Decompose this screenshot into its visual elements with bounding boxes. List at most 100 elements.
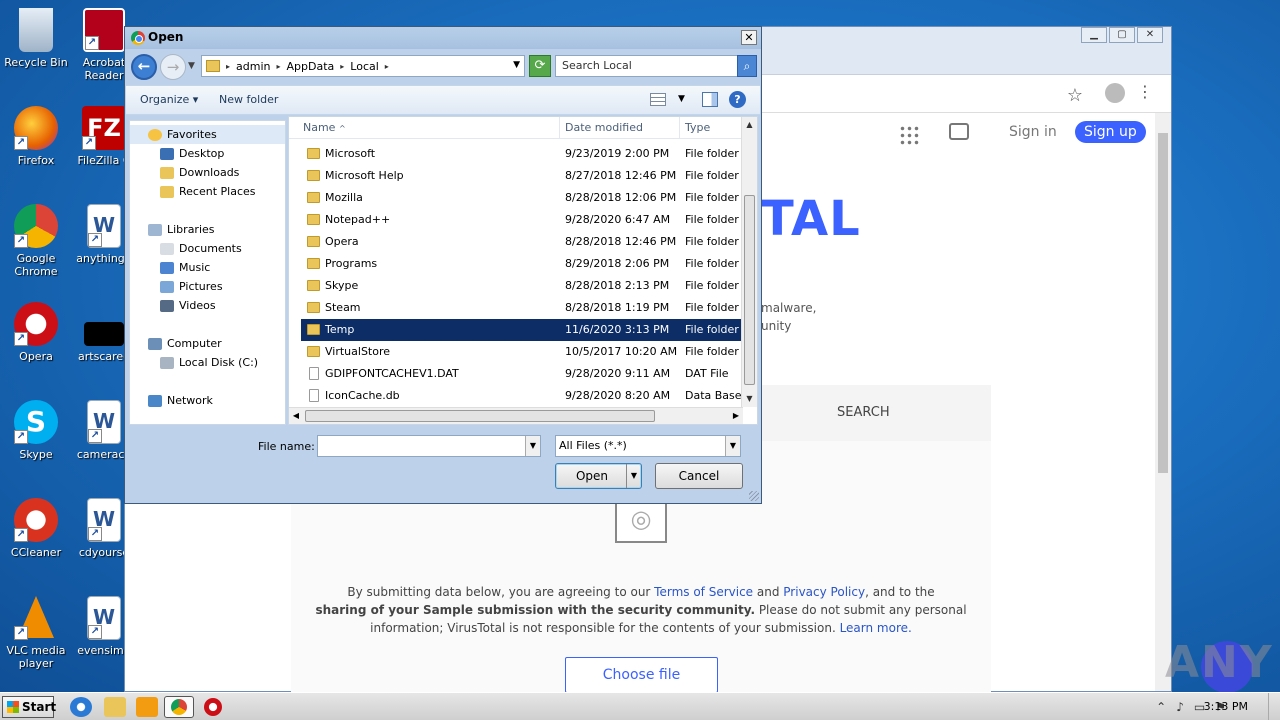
breadcrumb-appdata[interactable]: AppData: [287, 60, 335, 73]
column-date-modified[interactable]: Date modified: [560, 117, 680, 139]
tray-expand-icon[interactable]: ⌃: [1156, 700, 1166, 714]
file-type-select[interactable]: All Files (*.*) ▼: [555, 435, 741, 457]
nav-item-downloads[interactable]: Downloads: [130, 163, 285, 182]
scroll-thumb[interactable]: [305, 410, 655, 422]
desktop-icon-skype[interactable]: S ↗ Skype: [0, 400, 72, 461]
file-explorer-icon[interactable]: [104, 697, 126, 717]
breadcrumb-chevron-icon[interactable]: ▸: [340, 60, 344, 73]
scroll-up-icon[interactable]: ▲: [742, 117, 757, 133]
media-player-icon[interactable]: [136, 697, 158, 717]
desktop-icon-ccleaner[interactable]: ↗ CCleaner: [0, 498, 72, 559]
scroll-left-icon[interactable]: ◀: [289, 408, 303, 424]
breadcrumb-local[interactable]: Local: [350, 60, 379, 73]
browser-scrollbar[interactable]: [1155, 113, 1171, 691]
change-view-icon[interactable]: [650, 93, 666, 106]
open-button[interactable]: Open ▼: [555, 463, 642, 489]
horizontal-scrollbar[interactable]: ◀ ▶: [289, 407, 743, 424]
organize-menu[interactable]: Organize ▾: [140, 93, 198, 106]
nav-item-network[interactable]: Network: [130, 391, 285, 410]
sign-in-link[interactable]: Sign in: [1009, 124, 1057, 140]
search-input[interactable]: Search Local: [555, 55, 739, 77]
dialog-titlebar[interactable]: Open ✕: [125, 27, 761, 49]
bookmark-star-icon[interactable]: ☆: [1067, 85, 1083, 106]
chat-icon[interactable]: [949, 123, 969, 140]
nav-item-favorites[interactable]: Favorites: [130, 125, 285, 144]
nav-item-pictures[interactable]: Pictures: [130, 277, 285, 296]
search-icon[interactable]: ⌕: [737, 55, 757, 77]
nav-item-documents[interactable]: Documents: [130, 239, 285, 258]
account-icon[interactable]: [1105, 83, 1125, 103]
breadcrumb-chevron-icon[interactable]: ▸: [226, 60, 230, 73]
show-desktop-button[interactable]: [1268, 693, 1280, 720]
nav-item-desktop[interactable]: Desktop: [130, 144, 285, 163]
nav-item-recent-places[interactable]: Recent Places: [130, 182, 285, 201]
minimize-button[interactable]: ▁: [1081, 27, 1107, 43]
choose-file-button[interactable]: Choose file: [565, 657, 718, 693]
refresh-button[interactable]: ⟳: [529, 55, 551, 77]
scroll-right-icon[interactable]: ▶: [729, 408, 743, 424]
desktop-icon-vlc[interactable]: ↗ VLC media player: [0, 596, 72, 670]
open-split-dropdown-icon[interactable]: ▼: [626, 464, 641, 488]
file-row[interactable]: Microsoft Help 8/27/2018 12:46 PM File fol…: [301, 165, 743, 187]
chrome-taskbar-button[interactable]: [164, 696, 194, 718]
file-name-input[interactable]: ▼: [317, 435, 541, 457]
desktop-icon-recycle-bin[interactable]: Recycle Bin: [0, 8, 72, 69]
resize-grip-icon[interactable]: [749, 491, 759, 501]
vertical-scrollbar[interactable]: ▲ ▼: [741, 117, 757, 407]
sign-up-button[interactable]: Sign up: [1075, 121, 1146, 143]
help-icon[interactable]: ?: [729, 91, 746, 108]
cancel-button[interactable]: Cancel: [655, 463, 743, 489]
file-row[interactable]: Microsoft 9/23/2019 2:00 PM File folder: [301, 143, 743, 165]
forward-button[interactable]: →: [160, 54, 186, 80]
column-type[interactable]: Type: [680, 117, 743, 139]
tab-search[interactable]: SEARCH: [837, 405, 890, 420]
preview-pane-icon[interactable]: [702, 92, 718, 107]
apps-grid-icon[interactable]: [899, 125, 919, 145]
desktop-icon-chrome[interactable]: ↗ Google Chrome: [0, 204, 72, 278]
volume-icon[interactable]: ♪: [1176, 700, 1184, 714]
scroll-thumb[interactable]: [1158, 133, 1168, 473]
privacy-policy-link[interactable]: Privacy Policy: [783, 585, 865, 599]
nav-item-libraries[interactable]: Libraries: [130, 220, 285, 239]
file-row[interactable]: GDIPFONTCACHEV1.DAT 9/28/2020 9:11 AM DAT …: [301, 363, 743, 385]
file-type-dropdown-icon[interactable]: ▼: [725, 436, 740, 456]
opera-icon[interactable]: [204, 698, 222, 716]
file-row[interactable]: Skype 8/28/2018 2:13 PM File folder: [301, 275, 743, 297]
file-row[interactable]: VirtualStore 10/5/2017 10:20 AM File folde…: [301, 341, 743, 363]
nav-item-music[interactable]: Music: [130, 258, 285, 277]
learn-more-link[interactable]: Learn more.: [840, 621, 912, 635]
breadcrumb-chevron-icon[interactable]: ▸: [276, 60, 280, 73]
scroll-down-icon[interactable]: ▼: [742, 391, 757, 407]
file-row[interactable]: IconCache.db 9/28/2020 8:20 AM Data Base F…: [301, 385, 743, 407]
back-button[interactable]: ←: [131, 54, 157, 80]
desktop-icon-opera[interactable]: ↗ Opera: [0, 302, 72, 363]
file-row[interactable]: Mozilla 8/28/2018 12:06 PM File folder: [301, 187, 743, 209]
dialog-close-button[interactable]: ✕: [741, 30, 757, 45]
address-bar[interactable]: ▸ admin ▸ AppData ▸ Local ▸ ▼: [201, 55, 525, 77]
file-row[interactable]: Programs 8/29/2018 2:06 PM File folder: [301, 253, 743, 275]
new-folder-button[interactable]: New folder: [219, 93, 278, 106]
terms-of-service-link[interactable]: Terms of Service: [654, 585, 753, 599]
recent-locations-chevron-icon[interactable]: ▼: [188, 61, 195, 71]
breadcrumb-admin[interactable]: admin: [236, 60, 270, 73]
file-row[interactable]: Opera 8/28/2018 12:46 PM File folder: [301, 231, 743, 253]
nav-item-local-disk[interactable]: Local Disk (C:): [130, 353, 285, 372]
clock[interactable]: 3:13 PM: [1204, 700, 1248, 713]
start-button[interactable]: Start: [2, 696, 56, 718]
file-name-dropdown-icon[interactable]: ▼: [525, 436, 540, 456]
scroll-thumb[interactable]: [744, 195, 755, 385]
file-row[interactable]: Notepad++ 9/28/2020 6:47 AM File folder: [301, 209, 743, 231]
view-dropdown-icon[interactable]: ▼: [678, 94, 685, 104]
file-row[interactable]: Steam 8/28/2018 1:19 PM File folder: [301, 297, 743, 319]
column-name[interactable]: Name ^: [289, 117, 560, 139]
address-dropdown-icon[interactable]: ▼: [513, 60, 520, 70]
desktop-icon-firefox[interactable]: ↗ Firefox: [0, 106, 72, 167]
file-row[interactable]: Temp 11/6/2020 3:13 PM File folder: [301, 319, 743, 341]
internet-explorer-icon[interactable]: [70, 697, 92, 717]
nav-item-computer[interactable]: Computer: [130, 334, 285, 353]
close-button[interactable]: ✕: [1137, 27, 1163, 43]
breadcrumb-chevron-icon[interactable]: ▸: [385, 60, 389, 73]
maximize-button[interactable]: ▢: [1109, 27, 1135, 43]
kebab-menu-icon[interactable]: ⋮: [1137, 83, 1153, 101]
nav-item-videos[interactable]: Videos: [130, 296, 285, 315]
